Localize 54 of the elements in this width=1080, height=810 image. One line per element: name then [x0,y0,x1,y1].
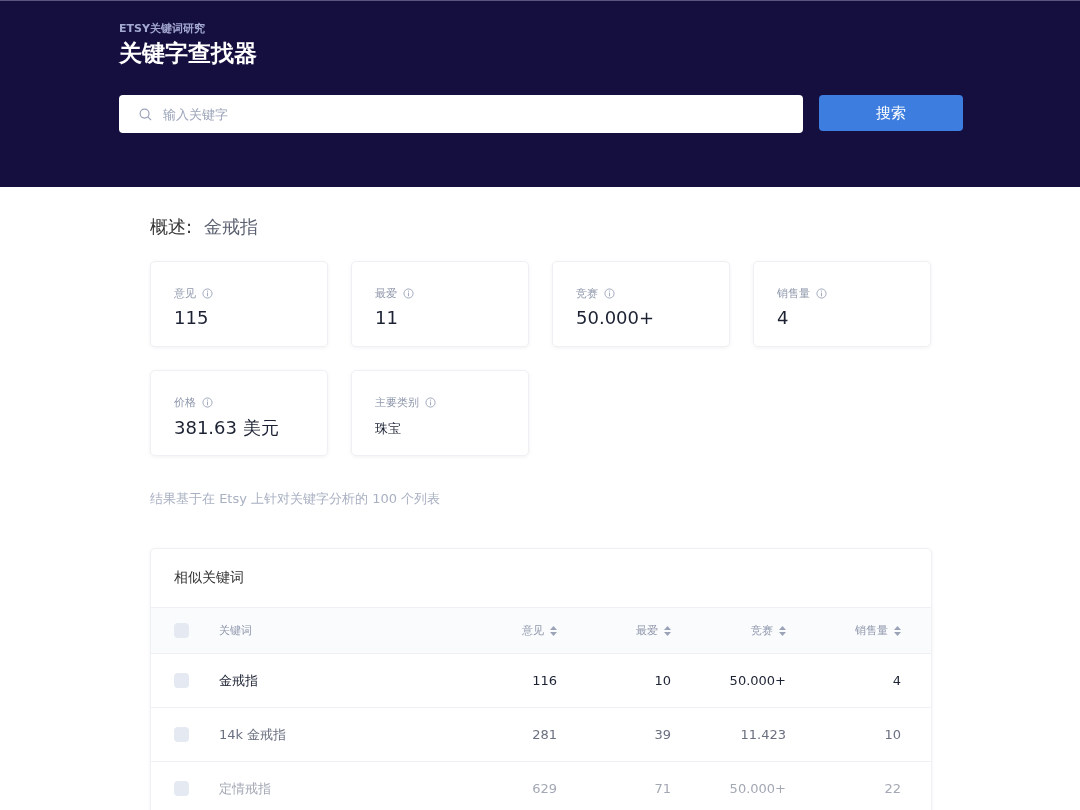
column-header[interactable]: 最爱 [636,623,658,638]
stat-value: 珠宝 [375,420,402,438]
table-cell: 39 [654,727,671,742]
stat-label: 销售量 [777,286,810,301]
row-checkbox[interactable] [174,781,189,796]
search-field[interactable]: 输入关键字 [119,95,803,133]
table-cell: 11.423 [740,727,786,742]
page-subtitle: ETSY关键词研究 [119,21,206,36]
table-cell: 4 [892,673,901,688]
stat-value: 11 [375,307,399,328]
info-icon [816,288,827,299]
page-title: 关键字查找器 [119,39,258,68]
table-cell-text: 14k 金戒指 [219,725,288,744]
stat-value: 4 [777,307,790,328]
table-cell: 50.000+ [729,673,786,688]
info-icon [425,397,436,408]
stat-value: 115 [174,307,210,328]
sort-icon[interactable] [779,625,786,636]
stat-label: 最爱 [375,286,397,301]
table-cell-text: 定情戒指 [219,779,272,798]
search-button[interactable]: 搜索 [819,95,963,131]
column-header[interactable]: 竞赛 [751,623,773,638]
info-icon [604,288,615,299]
info-icon [403,288,414,299]
table-cell: 71 [654,781,671,796]
overview-keyword: 金戒指 [204,215,259,239]
table-cell: 629 [532,781,557,796]
stat-label: 竞赛 [576,286,598,301]
column-header[interactable]: 销售量 [855,623,888,638]
table-cell-text: 金戒指 [219,671,259,690]
column-header[interactable]: 关键词 [219,623,439,638]
row-checkbox[interactable] [174,673,189,688]
overview-label: 概述: [150,215,193,239]
table-cell: 10 [654,673,671,688]
stat-label: 主要类别 [375,395,419,410]
stat-label: 意见 [174,286,196,301]
info-icon [202,397,213,408]
sort-icon[interactable] [664,625,671,636]
table-cell: 281 [532,727,557,742]
table-title: 相似关键词 [174,569,244,587]
search-icon [139,108,152,121]
stat-label: 价格 [174,395,196,410]
column-header[interactable]: 意见 [522,623,544,638]
info-icon [202,288,213,299]
row-checkbox[interactable] [174,727,189,742]
table-cell: 10 [884,727,901,742]
table-cell: 116 [532,673,557,688]
table-cell: 50.000+ [729,781,786,796]
stat-value: 381.63 美元 [174,416,280,440]
sort-icon[interactable] [550,625,557,636]
sort-icon[interactable] [894,625,901,636]
table-cell: 22 [884,781,901,796]
stat-value: 50.000+ [576,307,656,328]
results-note: 结果基于在 Etsy 上针对关键字分析的 100 个列表 [150,490,442,508]
